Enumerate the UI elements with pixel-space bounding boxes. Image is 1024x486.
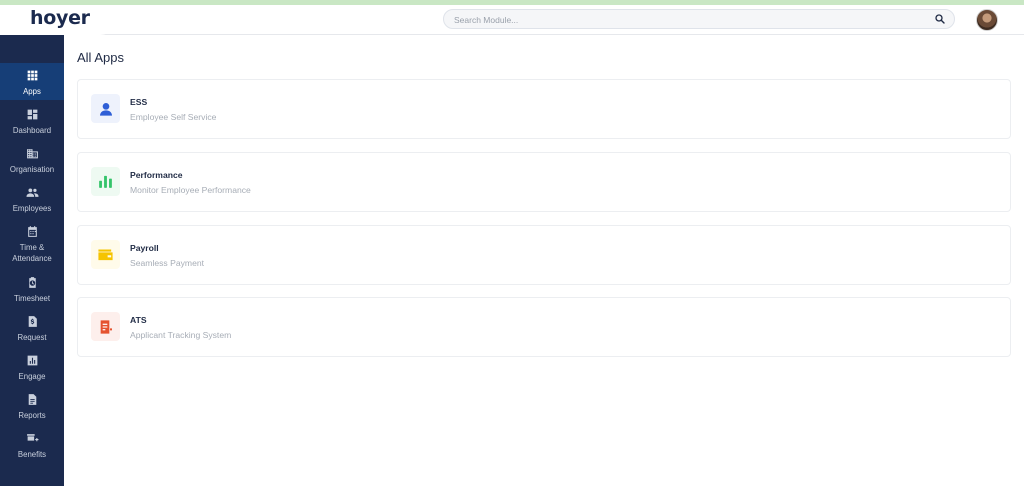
bar-chart-icon [99,175,112,188]
sidebar-item-time-attendance[interactable]: Time & Attendance [0,225,64,264]
sidebar-top [0,35,64,63]
sidebar-item-engage[interactable]: Engage [0,354,64,382]
app-description: Seamless Payment [130,258,205,268]
sidebar-item-reports[interactable]: Reports [0,393,64,421]
card-icon-box [91,167,120,196]
search-input[interactable] [454,12,924,27]
app-description: Applicant Tracking System [130,330,232,340]
hoyer-logo[interactable]: hoyer [30,7,90,29]
dashboard-icon [27,109,37,120]
sidebar-item-label: Reports [18,411,46,420]
sidebar-item-request[interactable]: Request [0,315,64,343]
request-icon [28,316,37,327]
sidebar-item-dashboard[interactable]: Dashboard [0,108,64,136]
app-card-ats[interactable]: ATS Applicant Tracking System [77,297,1011,357]
card-icon-box [91,312,120,341]
app-card-ess[interactable]: ESS Employee Self Service [77,79,1011,139]
sidebar-item-employees[interactable]: Employees [0,186,64,214]
organisation-icon [26,149,38,159]
employees-icon [26,188,38,197]
sidebar-item-timesheet[interactable]: Timesheet [0,276,64,304]
sidebar-item-label: Engage [18,372,46,381]
app-name: ESS [130,97,148,107]
search-bar[interactable] [443,9,955,29]
sidebar-item-benefits[interactable]: Benefits [0,432,64,460]
app-description: Monitor Employee Performance [130,185,251,195]
sidebar-item-label: Employees [12,204,52,213]
search-icon[interactable] [934,13,946,25]
engage-icon [27,355,37,366]
sidebar: Apps Dashboard Organisation Employees Ti… [0,35,64,486]
top-header: hoyer [0,5,1024,35]
reports-icon [28,394,36,405]
app-card-payroll[interactable]: Payroll Seamless Payment [77,225,1011,285]
page-title: All Apps [77,50,124,65]
calendar-icon [27,226,37,237]
sidebar-item-organisation[interactable]: Organisation [0,147,64,175]
app-name: Performance [130,170,183,180]
timesheet-icon [28,277,36,288]
sidebar-item-label: Dashboard [12,126,52,135]
app-card-performance[interactable]: Performance Monitor Employee Performance [77,152,1011,212]
sidebar-item-label: Time & Attendance [12,243,52,263]
user-avatar[interactable] [976,9,998,31]
benefits-icon [26,434,38,442]
app-name: ATS [130,315,147,325]
sidebar-item-label: Benefits [17,450,47,459]
sidebar-item-label: Request [17,333,47,342]
sidebar-item-apps[interactable]: Apps [0,63,64,100]
logo-area: hoyer [0,5,118,35]
card-icon-box [91,94,120,123]
app-name: Payroll [130,243,159,253]
person-icon [99,102,112,116]
sidebar-item-label: Organisation [9,165,55,174]
sidebar-item-label: Timesheet [13,294,51,303]
main-content: All Apps ESS Employee Self Service Perfo… [64,35,1024,486]
wallet-icon [98,249,113,261]
card-icon-box [91,240,120,269]
apps-grid-icon [27,70,37,81]
document-icon [100,319,112,334]
app-description: Employee Self Service [130,112,217,122]
sidebar-item-label: Apps [23,87,41,96]
